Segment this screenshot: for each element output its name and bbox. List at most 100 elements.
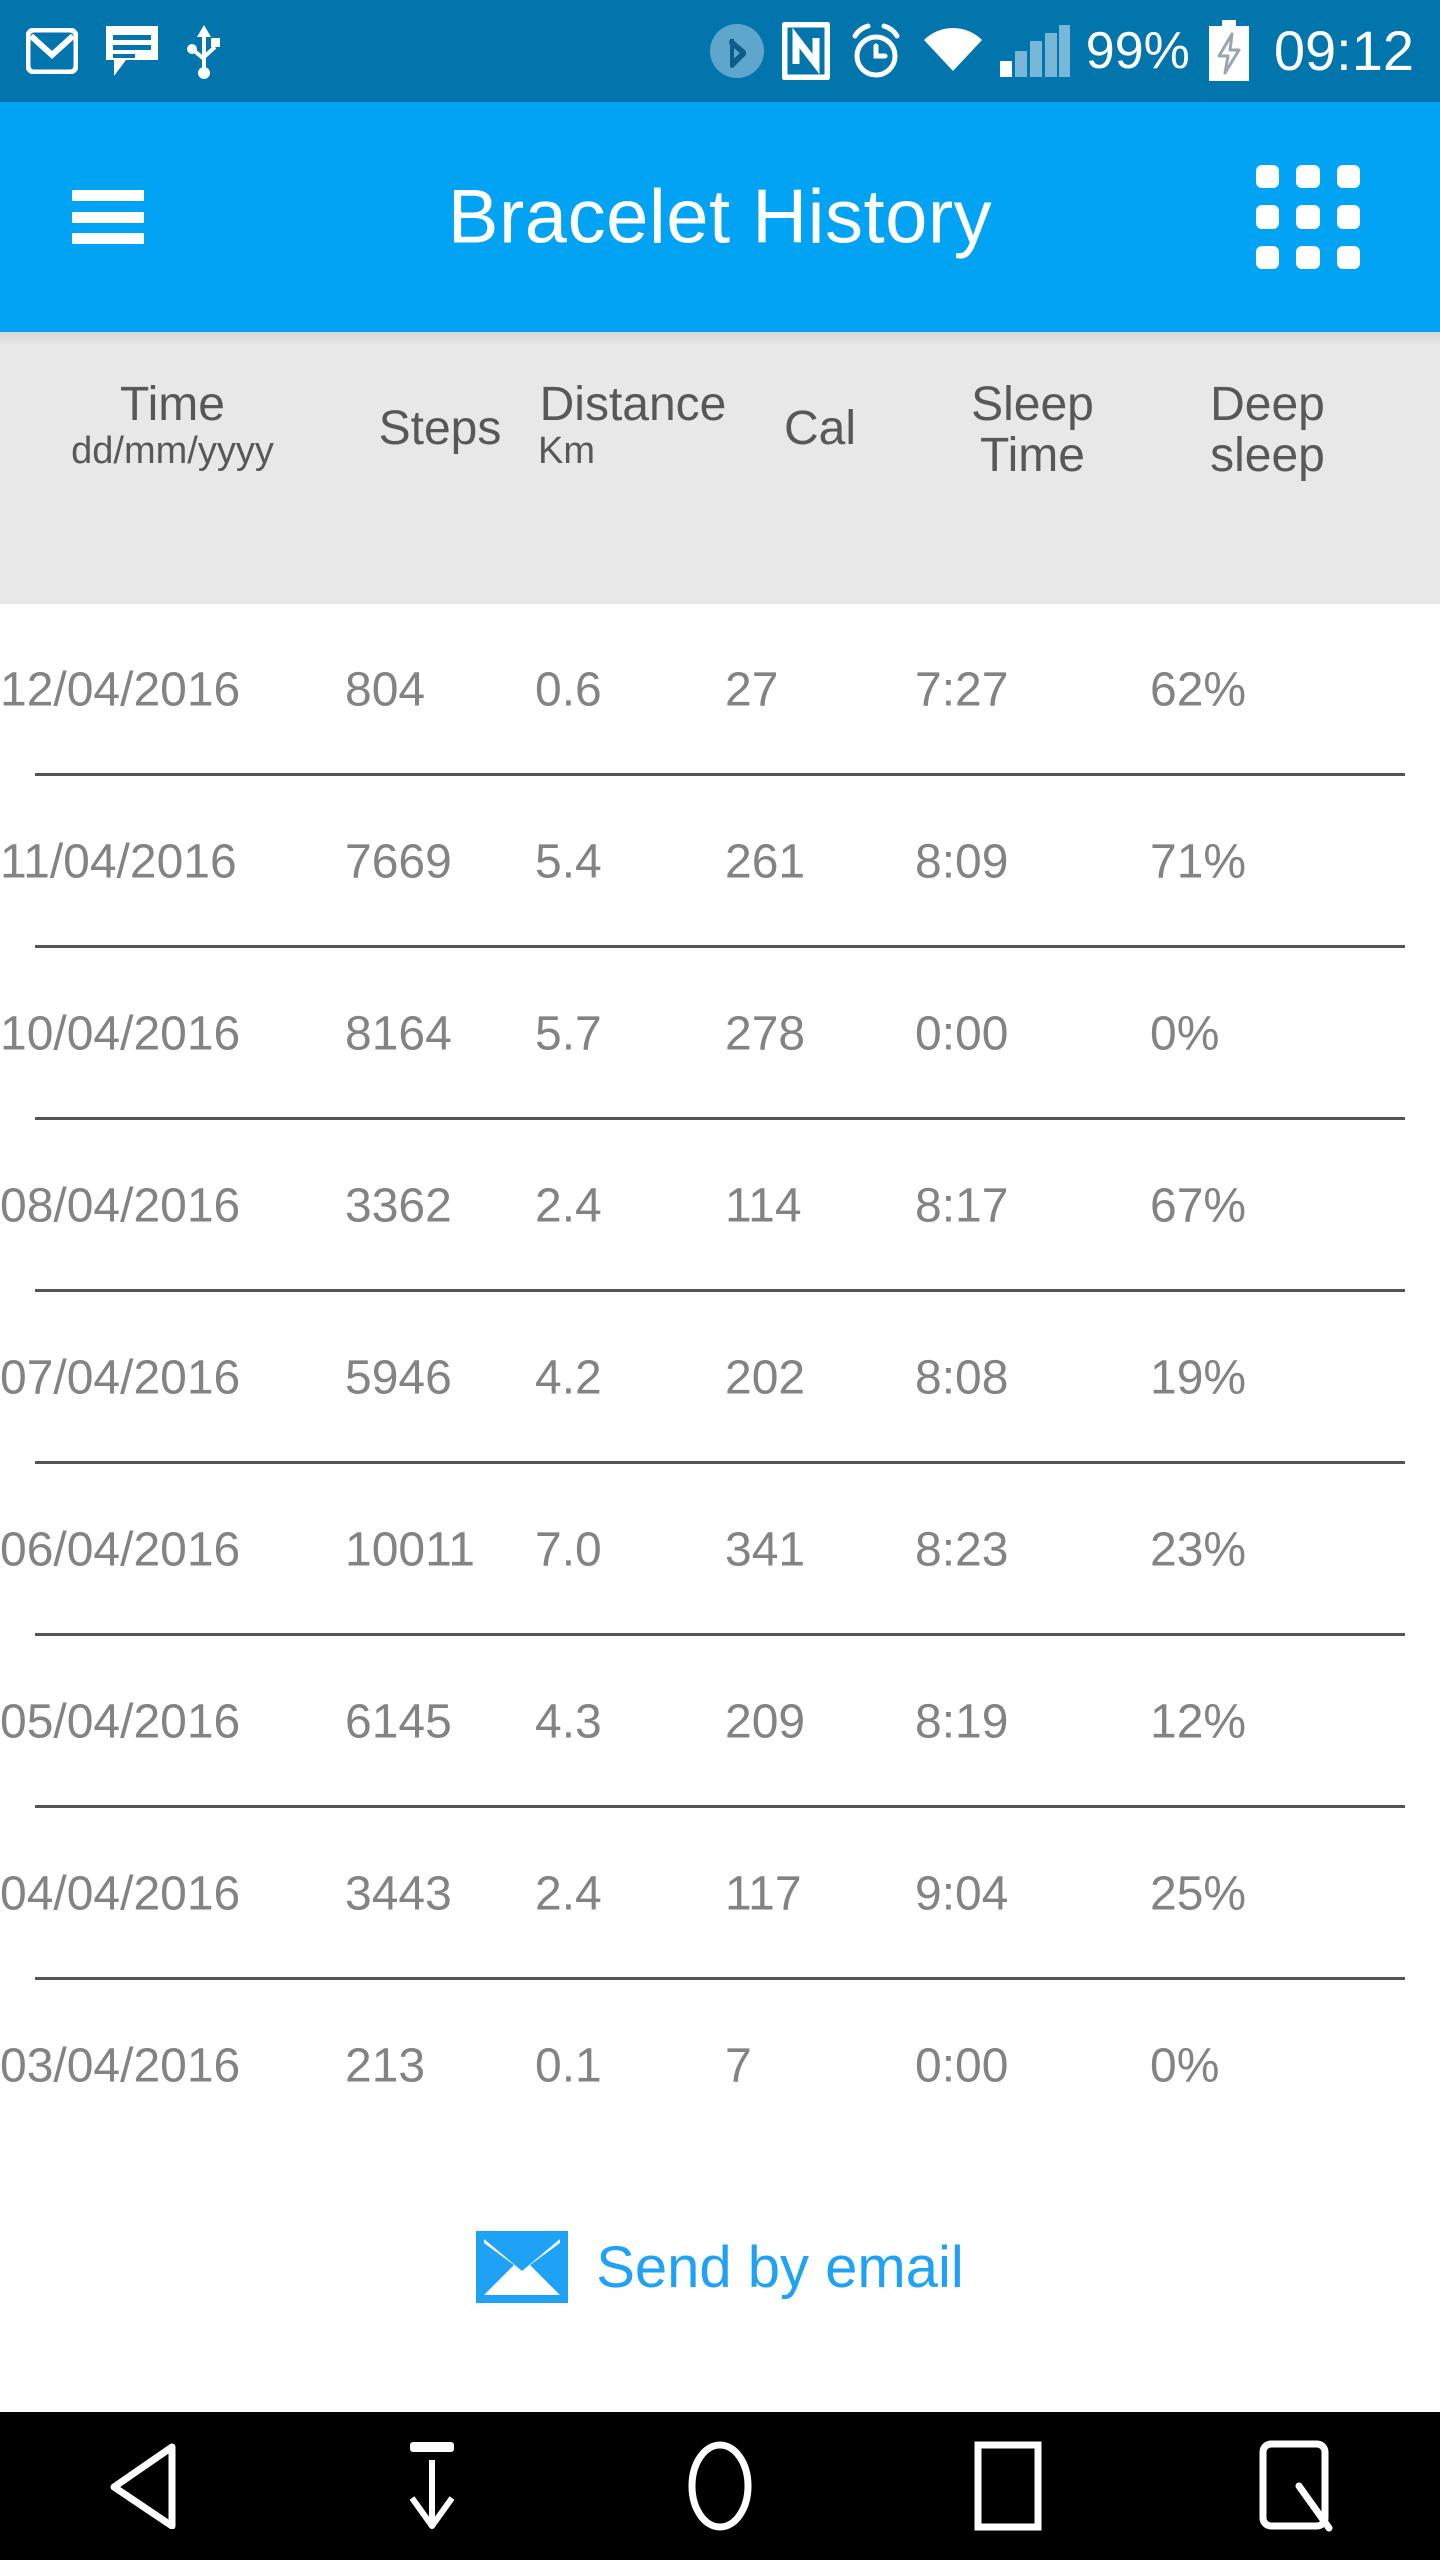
column-header-sleep-time-label: Sleep (971, 378, 1094, 431)
cell-cal: 261 (725, 835, 806, 889)
status-bar-clock: 09:12 (1273, 19, 1414, 82)
signal-icon (999, 25, 1070, 77)
cell-time: 10/04/2016 (0, 1007, 241, 1061)
grid-dot-6 (1336, 205, 1360, 229)
grid-dot-7 (1256, 245, 1280, 269)
screenshot-icon[interactable] (1206, 2412, 1386, 2560)
cell-steps: 5946 (345, 1351, 452, 1405)
column-header-cal[interactable]: Cal (735, 402, 905, 455)
cell-time: 12/04/2016 (0, 663, 241, 717)
column-header-deep-sleep-sub: sleep (1210, 428, 1325, 482)
cell-deep-sleep: 23% (1150, 1523, 1247, 1577)
column-header-sleep-time[interactable]: Sleep Time (915, 378, 1150, 482)
cell-sleep-time: 8:08 (915, 1351, 1009, 1405)
cell-deep-sleep: 12% (1150, 1695, 1247, 1749)
hide-keyboard-icon[interactable] (342, 2412, 522, 2560)
usb-icon (186, 23, 222, 79)
battery-percent-label: 99% (1085, 22, 1190, 80)
cell-distance: 0.6 (535, 663, 602, 717)
table-row[interactable]: 04/04/2016 3443 2.4 117 9:04 25% (0, 1808, 1440, 1980)
status-bar: 99% 09:12 (0, 0, 1440, 102)
phone-screen: 99% 09:12 Bracelet History Time dd/mm/yy… (0, 0, 1440, 2560)
cell-steps: 7669 (345, 835, 452, 889)
cell-deep-sleep: 25% (1150, 1867, 1247, 1921)
table-row[interactable]: 03/04/2016 213 0.1 7 0:00 0% (0, 1980, 1440, 2152)
cell-cal: 202 (725, 1351, 806, 1405)
column-header-distance-label: Distance (539, 378, 727, 431)
grid-dot-2 (1296, 165, 1320, 189)
system-navigation-bar (0, 2412, 1440, 2560)
cell-distance: 7.0 (535, 1523, 602, 1577)
cell-distance: 5.4 (535, 835, 602, 889)
cell-time: 11/04/2016 (0, 835, 237, 889)
table-row[interactable]: 10/04/2016 8164 5.7 278 0:00 0% (0, 948, 1440, 1120)
cell-time: 06/04/2016 (0, 1523, 241, 1577)
cell-sleep-time: 8:23 (915, 1523, 1009, 1577)
table-row[interactable]: 07/04/2016 5946 4.2 202 8:08 19% (0, 1292, 1440, 1464)
cell-steps: 10011 (345, 1523, 475, 1577)
home-icon[interactable] (630, 2412, 810, 2560)
alarm-icon (846, 22, 906, 80)
apps-grid-icon[interactable] (1256, 165, 1360, 269)
column-header-deep-sleep[interactable]: Deep sleep (1150, 379, 1385, 482)
table-row[interactable]: 11/04/2016 7669 5.4 261 8:09 71% (0, 776, 1440, 948)
cell-steps: 3443 (345, 1867, 452, 1921)
cell-cal: 209 (725, 1695, 806, 1749)
column-header-steps-label: Steps (378, 402, 502, 455)
column-header-cal-label: Cal (783, 402, 857, 455)
cell-cal: 117 (725, 1867, 802, 1921)
cell-steps: 213 (345, 2039, 426, 2093)
cell-cal: 341 (725, 1523, 806, 1577)
table-row[interactable]: 06/04/2016 10011 7.0 341 8:23 23% (0, 1464, 1440, 1636)
table-row[interactable]: 05/04/2016 6145 4.3 209 8:19 12% (0, 1636, 1440, 1808)
messages-icon (104, 24, 160, 78)
cell-cal: 7 (725, 2039, 752, 2093)
cell-cal: 27 (725, 663, 779, 717)
cell-sleep-time: 8:09 (915, 835, 1009, 889)
recents-icon[interactable] (918, 2412, 1098, 2560)
envelope-icon (476, 2231, 569, 2303)
status-bar-right-icons: 99% 09:12 (708, 20, 1414, 82)
cell-deep-sleep: 71% (1150, 835, 1247, 889)
back-icon[interactable] (54, 2412, 234, 2560)
cell-steps: 8164 (345, 1007, 452, 1061)
column-header-steps[interactable]: Steps (345, 402, 535, 455)
cell-time: 08/04/2016 (0, 1179, 241, 1233)
cell-distance: 4.3 (535, 1695, 602, 1749)
battery-charging-icon (1206, 20, 1252, 82)
cell-cal: 278 (725, 1007, 806, 1061)
cell-sleep-time: 0:00 (915, 1007, 1009, 1061)
wifi-icon (922, 27, 984, 75)
cell-distance: 2.4 (535, 1179, 602, 1233)
column-header-time-sub: dd/mm/yyyy (71, 429, 274, 472)
table-row[interactable]: 12/04/2016 804 0.6 27 7:27 62% (0, 604, 1440, 776)
column-header-sleep-time-sub: Time (980, 428, 1085, 482)
table-row[interactable]: 08/04/2016 3362 2.4 114 8:17 67% (0, 1120, 1440, 1292)
send-by-email-button[interactable]: Send by email (0, 2212, 1440, 2322)
app-bar: Bracelet History (0, 102, 1440, 332)
cell-deep-sleep: 0% (1150, 1007, 1220, 1061)
cell-steps: 804 (345, 663, 426, 717)
column-header-time[interactable]: Time dd/mm/yyyy (0, 378, 345, 472)
cell-deep-sleep: 67% (1150, 1179, 1247, 1233)
cell-deep-sleep: 62% (1150, 663, 1247, 717)
cell-distance: 5.7 (535, 1007, 602, 1061)
cell-sleep-time: 8:17 (915, 1179, 1009, 1233)
page-title: Bracelet History (447, 174, 993, 260)
cell-time: 03/04/2016 (0, 2039, 241, 2093)
gmail-icon (26, 28, 78, 74)
cell-distance: 4.2 (535, 1351, 602, 1405)
column-header-time-label: Time (120, 378, 225, 431)
cell-deep-sleep: 19% (1150, 1351, 1247, 1405)
grid-dot-3 (1336, 165, 1360, 189)
bluetooth-icon (708, 22, 766, 80)
column-header-distance[interactable]: Distance Km (528, 378, 738, 472)
grid-dot-9 (1336, 245, 1360, 269)
cell-distance: 0.1 (535, 2039, 602, 2093)
history-table-body: 12/04/2016 804 0.6 27 7:27 62% 11/04/201… (0, 604, 1440, 2152)
column-header-distance-sub: Km (538, 429, 595, 472)
cell-sleep-time: 7:27 (915, 663, 1009, 717)
send-by-email-label: Send by email (596, 2234, 964, 2300)
nfc-icon (781, 22, 830, 80)
cell-time: 04/04/2016 (0, 1867, 241, 1921)
